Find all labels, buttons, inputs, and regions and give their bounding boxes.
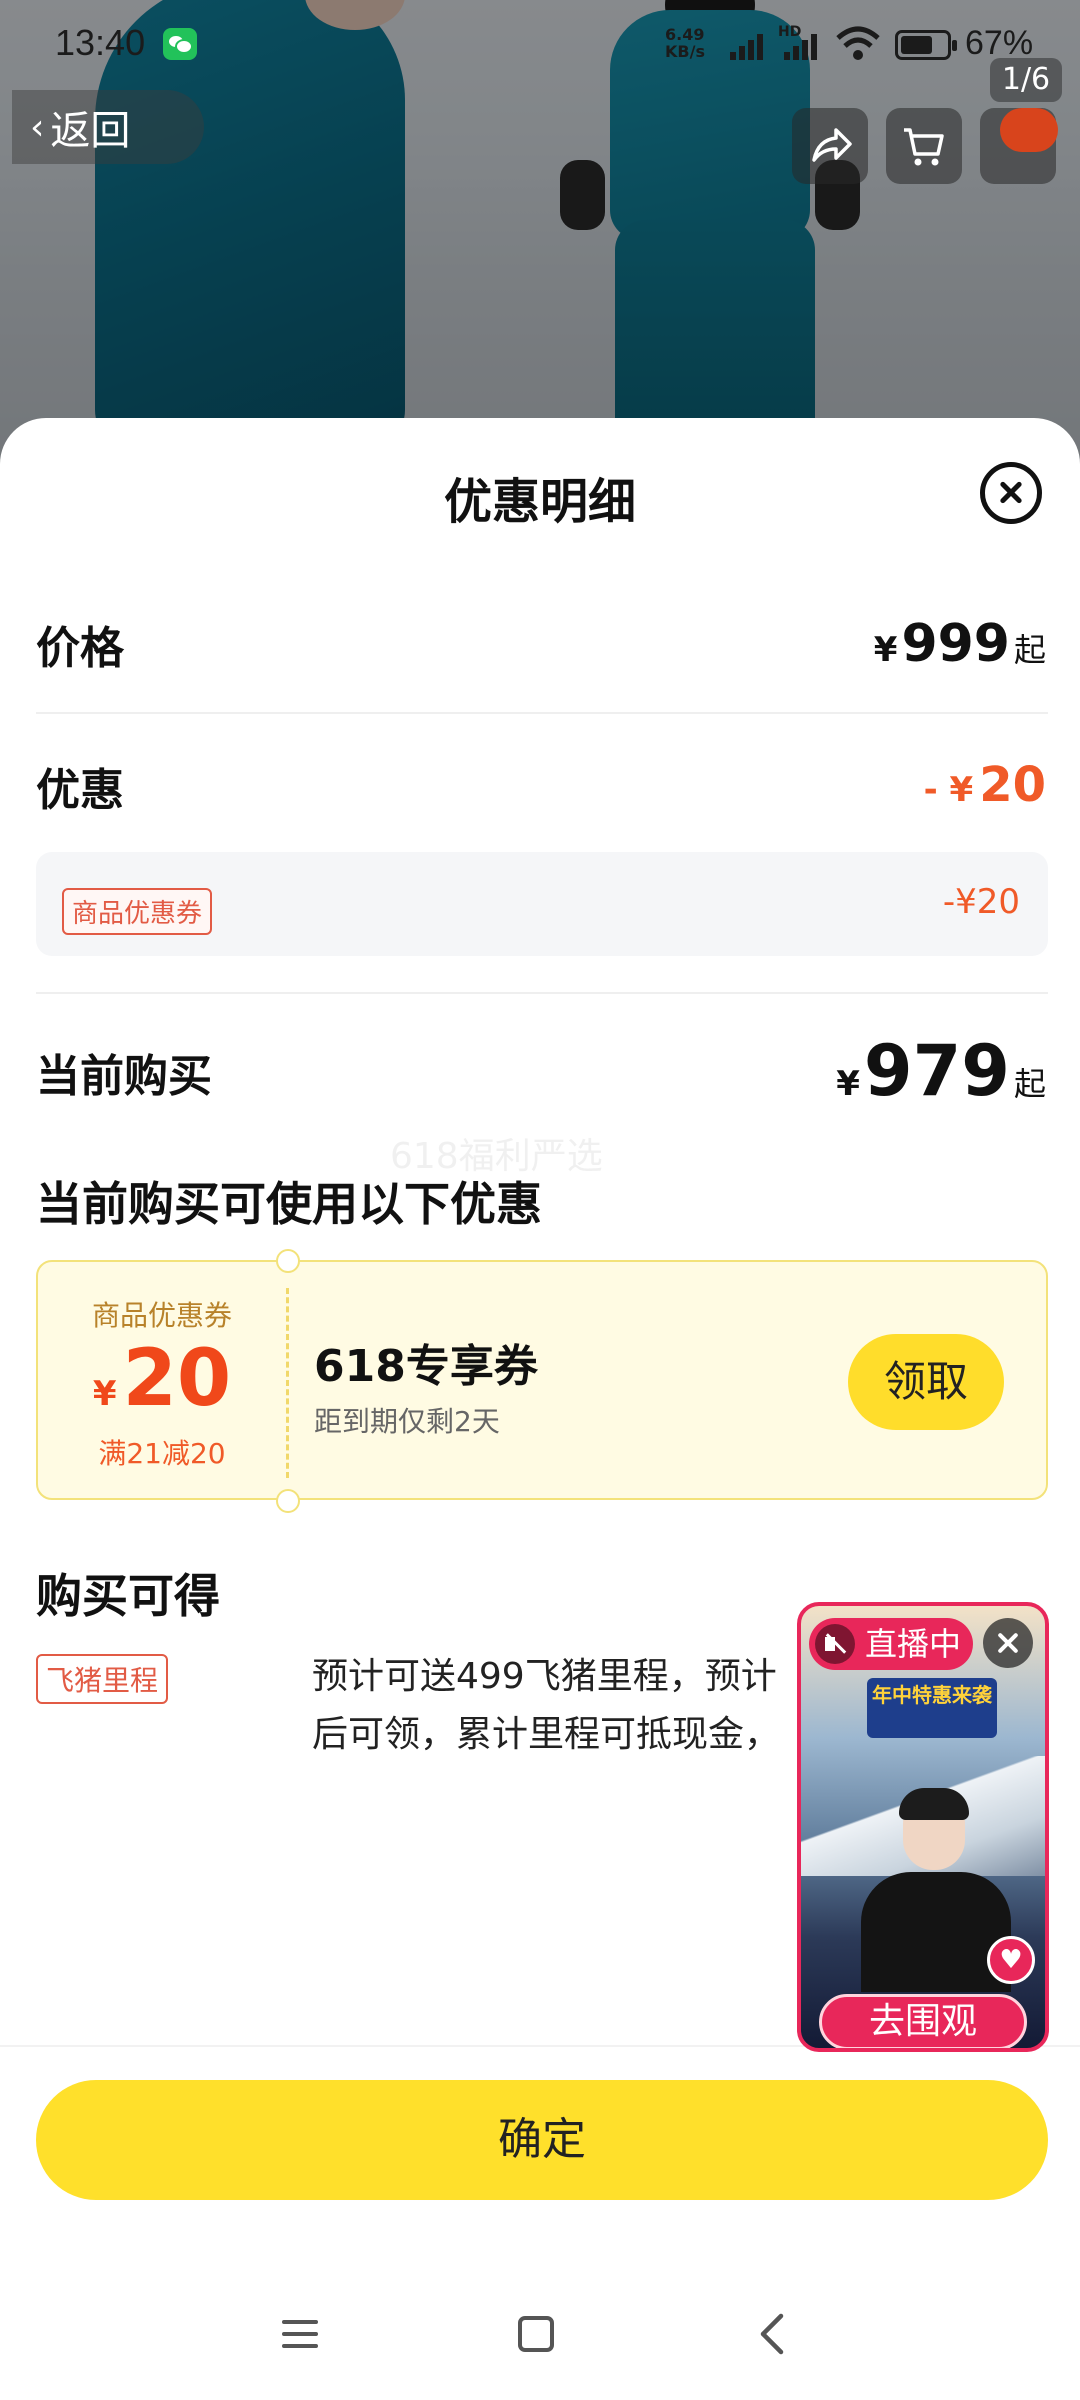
coupon-notch-bottom [276,1489,300,1513]
claim-coupon-button[interactable]: 领取 [848,1334,1004,1430]
mute-icon[interactable] [815,1624,855,1664]
image-counter: 1/6 [990,58,1062,102]
signal-icon-2 [780,30,824,64]
live-stream-window[interactable]: 年中特惠来袭 直播中 ♥ 去围观 [797,1602,1049,2052]
chevron-left-icon: ‹ [30,106,45,148]
wifi-icon [835,26,881,66]
live-badge: 直播中 [809,1618,974,1670]
coupon-notch-top [276,1249,300,1273]
live-banner: 年中特惠来袭 [867,1678,997,1738]
cart-button[interactable] [886,108,962,184]
share-icon [812,128,852,162]
live-badge-label: 直播中 [865,1625,962,1663]
coupon-currency: ¥ [92,1374,117,1414]
available-offers-title: 当前购买可使用以下优惠 [36,1177,542,1231]
network-speed: 6.49 KB/s [665,25,705,61]
price-suffix: 起 [1013,631,1046,669]
coupon-detail-value: -¥20 [942,882,1020,922]
system-nav-bar [0,2290,1080,2380]
signal-icon [730,30,774,64]
share-button[interactable] [792,108,868,184]
coupon-card: 商品优惠券 ¥20 满21减20 618专享券 距到期仅剩2天 领取 [36,1249,1048,1513]
discount-value: - ¥ 20 [924,757,1046,813]
coupon-name: 618专享券 [314,1341,538,1392]
cart-icon [904,128,944,166]
divider [36,712,1048,714]
coupon-separator [286,1288,289,1478]
coupon-amount-value: 20 [122,1334,232,1424]
current-price-value: ¥ 979 起 [836,1030,1046,1112]
price-currency: ¥ [873,630,898,670]
price-value: ¥ 999 起 [874,614,1046,674]
discount-label: 优惠 [36,765,124,816]
current-suffix: 起 [1013,1065,1046,1103]
discount-amount: 20 [979,757,1046,813]
battery-icon [895,30,957,60]
discount-prefix: - ¥ [923,770,974,810]
coupon-type-label: 商品优惠券 [91,1299,232,1332]
current-currency: ¥ [836,1064,860,1104]
coupon-tag: 商品优惠券 [62,888,213,935]
wechat-icon [163,28,197,60]
live-close-icon[interactable] [983,1618,1033,1668]
divider [36,992,1048,994]
home-icon[interactable] [518,2316,554,2352]
close-icon[interactable] [980,462,1042,524]
back-label: 返回 [50,108,131,154]
back-button[interactable]: ‹ 返回 [12,90,204,164]
miles-tag: 飞猪里程 [36,1654,169,1704]
system-back-icon[interactable] [757,2312,787,2356]
coupon-expiry: 距到期仅剩2天 [314,1405,500,1438]
coupon-amount: ¥20 [38,1334,286,1424]
menu-icon[interactable] [282,2318,318,2350]
status-bar: 13:40 6.49 KB/s HD 67% [0,0,1080,90]
status-time: 13:40 [55,22,146,63]
price-label: 价格 [36,623,124,674]
confirm-button[interactable]: 确定 [36,2080,1048,2200]
current-price-label: 当前购买 [36,1051,212,1102]
watch-live-button[interactable]: 去围观 [819,1994,1027,2048]
price-amount: 999 [901,614,1010,674]
current-amount: 979 [863,1030,1010,1112]
heart-icon[interactable]: ♥ [987,1936,1035,1984]
coupon-detail-row: 商品优惠券 -¥20 [36,852,1048,956]
earn-title: 购买可得 [36,1569,220,1623]
message-avatar-icon[interactable] [1000,108,1058,152]
coupon-condition: 满21减20 [98,1437,226,1470]
sheet-title: 优惠明细 [443,474,636,530]
